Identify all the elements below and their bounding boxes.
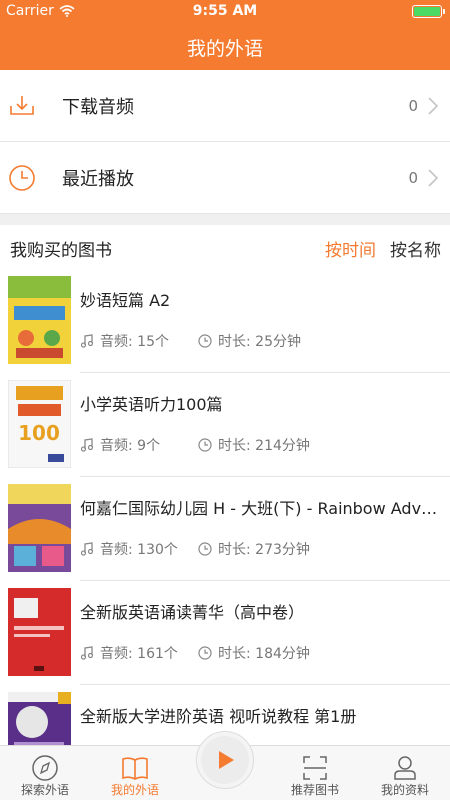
book-cover <box>8 484 71 572</box>
clock-icon <box>9 165 35 191</box>
tab-my-languages[interactable]: 我的外语 <box>90 746 180 800</box>
recent-row[interactable]: 最近播放 0 <box>0 142 450 214</box>
music-note-icon <box>80 438 94 452</box>
duration: 时长: 214分钟 <box>198 435 310 455</box>
clock-icon <box>198 438 212 452</box>
music-note-icon <box>80 542 94 556</box>
tab-explore[interactable]: 探索外语 <box>0 746 90 800</box>
duration: 时长: 273分钟 <box>198 539 310 559</box>
clock-icon <box>198 646 212 660</box>
book-icon <box>122 757 148 780</box>
book-cover <box>8 276 71 364</box>
header: Carrier 9:55 AM 我的外语 <box>0 0 450 70</box>
page-title: 我的外语 <box>186 38 263 60</box>
download-icon <box>10 96 34 115</box>
play-icon <box>219 751 234 769</box>
book-item[interactable]: 100 小学英语听力100篇 音频: 9个 时长: 214分钟 <box>0 373 450 477</box>
purchased-books-section: 我购买的图书 按时间 按名称 妙语短篇 A2 音频: 15个 时长: 25分钟 <box>0 225 450 780</box>
book-item[interactable]: 妙语短篇 A2 音频: 15个 时长: 25分钟 <box>0 269 450 373</box>
chevron-right-icon <box>428 169 438 187</box>
compass-icon <box>32 755 58 781</box>
book-title: 妙语短篇 A2 <box>80 291 171 310</box>
audio-count: 音频: 15个 <box>80 331 169 351</box>
menu-count: 0 <box>408 168 418 187</box>
book-title: 全新版英语诵读菁华（高中卷） <box>80 603 305 622</box>
duration: 时长: 25分钟 <box>198 331 301 351</box>
clock-icon <box>198 334 212 348</box>
menu-label: 最近播放 <box>62 168 134 190</box>
section-header: 我购买的图书 按时间 按名称 <box>0 225 450 269</box>
downloads-row[interactable]: 下载音频 0 <box>0 70 450 142</box>
book-cover <box>8 588 71 676</box>
book-title: 小学英语听力100篇 <box>80 395 223 414</box>
menu-list: 下载音频 0 最近播放 0 <box>0 70 450 214</box>
audio-count: 音频: 9个 <box>80 435 160 455</box>
status-time: 9:55 AM <box>192 3 258 19</box>
audio-count: 音频: 130个 <box>80 539 178 559</box>
book-title: 全新版大学进阶英语 视听说教程 第1册 <box>80 707 357 726</box>
book-item[interactable]: 全新版英语诵读菁华（高中卷） 音频: 161个 时长: 184分钟 <box>0 581 450 685</box>
book-item[interactable]: 何嘉仁国际幼儿园 H - 大班(下) - Rainbow Adventure 音… <box>0 477 450 581</box>
duration: 时长: 184分钟 <box>198 643 310 663</box>
status-bar: Carrier 9:55 AM <box>0 0 450 22</box>
tab-profile[interactable]: 我的资料 <box>360 746 450 800</box>
tab-recommended[interactable]: 推荐图书 <box>270 746 360 800</box>
section-title: 我购买的图书 <box>10 241 112 261</box>
music-note-icon <box>80 646 94 660</box>
music-note-icon <box>80 334 94 348</box>
sort-by-name-button[interactable]: 按名称 <box>390 236 441 261</box>
menu-count: 0 <box>408 96 418 115</box>
chevron-right-icon <box>428 97 438 115</box>
clock-icon <box>198 542 212 556</box>
book-title: 何嘉仁国际幼儿园 H - 大班(下) - Rainbow Adventure <box>80 499 442 518</box>
player-button[interactable] <box>196 731 254 789</box>
audio-count: 音频: 161个 <box>80 643 178 663</box>
svg-text:100: 100 <box>18 421 60 445</box>
book-cover: 100 <box>8 380 71 468</box>
sort-by-time-button[interactable]: 按时间 <box>325 236 376 261</box>
profile-icon <box>394 756 416 780</box>
scan-icon <box>303 756 327 780</box>
menu-label: 下载音频 <box>62 96 134 118</box>
battery-icon <box>412 5 445 18</box>
